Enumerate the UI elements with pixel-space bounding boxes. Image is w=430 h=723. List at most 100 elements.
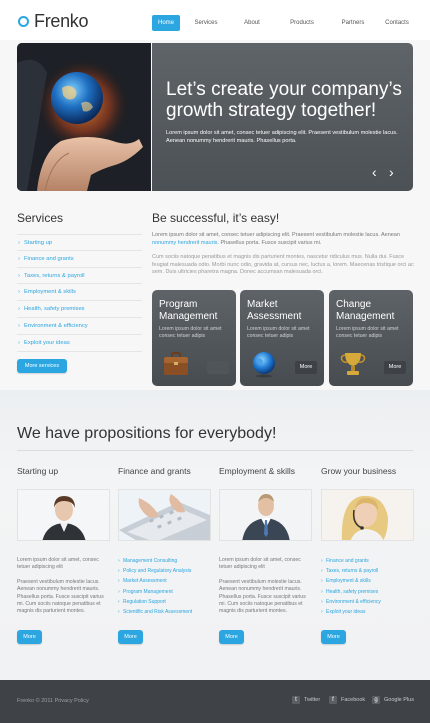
social-label: Facebook (341, 697, 366, 703)
footer-copyright[interactable]: Frenko © 2011 Privacy Policy (17, 698, 89, 704)
facebook-icon: f (329, 696, 337, 704)
globe-in-hand-illustration (17, 43, 151, 191)
column-link[interactable]: Environment & efficiency (321, 597, 413, 607)
social-label: Google Plus (384, 697, 414, 703)
card-title-line2: Management (336, 310, 395, 322)
social-label: Twitter (304, 697, 321, 703)
card-title-line1: Market (247, 299, 278, 310)
card-text: Lorem ipsum dolor sit amet consec tetuer… (336, 326, 399, 339)
briefcase-icon (164, 352, 188, 375)
column-link[interactable]: Regulation Support (118, 597, 210, 607)
column-link[interactable]: Program Management (118, 587, 210, 597)
hero-slider: Let’s create your company’s growth strat… (152, 43, 413, 191)
successful-intro: Lorem ipsum dolor sit amet, consec tetue… (152, 232, 414, 247)
logo-ring-icon (18, 16, 29, 27)
card-title-line2: Assessment (247, 310, 302, 322)
column-title-starting-up: Starting up (17, 466, 59, 476)
hands-on-keyboard-image (118, 489, 211, 541)
successful-title: Be successful, it’s easy! (152, 211, 280, 225)
services-item-environment[interactable]: Environment & efficiency (17, 318, 142, 335)
card-more-button[interactable]: More (295, 361, 317, 374)
column-link[interactable]: Employment & skills (321, 576, 413, 586)
logo-text: Frenko (34, 11, 89, 31)
services-item-ideas[interactable]: Exploit your ideas (17, 335, 142, 352)
column-link[interactable]: Market Assessment (118, 576, 210, 586)
hero-title-line2: growth strategy together! (166, 100, 377, 121)
footer: Frenko © 2011 Privacy Policy t Twitter f… (0, 680, 430, 723)
services-item-employment[interactable]: Employment & skills (17, 284, 142, 302)
successful-body: Cum sociis natoque penatibus et magnis d… (152, 254, 414, 275)
smiling-businesswoman-image (17, 489, 110, 541)
nav-contacts[interactable]: Contacts (379, 15, 415, 31)
successful-intro-link[interactable]: nonummy hendrerit mauris (152, 240, 217, 246)
nav-partners[interactable]: Partners (335, 15, 371, 31)
column-link[interactable]: Management Consulting (118, 556, 210, 566)
globe-icon (253, 352, 275, 378)
column-more-button[interactable]: More (321, 630, 346, 644)
column-more-button[interactable]: More (118, 630, 143, 644)
social-twitter[interactable]: t Twitter (292, 696, 320, 704)
column-more-button[interactable]: More (219, 630, 244, 644)
hero-title-line1: Let’s create your company’s (166, 79, 402, 100)
successful-intro-text: Lorem ipsum dolor sit amet, consec tetue… (152, 232, 400, 238)
column-title-finance: Finance and grants (118, 466, 191, 476)
card-program-management: Program Management Lorem ipsum dolor sit… (152, 290, 236, 386)
social-facebook[interactable]: f Facebook (329, 696, 365, 704)
column-text: Praesent vestibulum molestie lacus. Aene… (219, 579, 306, 615)
main-nav: Home Services About Products Partners Co… (152, 15, 415, 31)
column-text: Lorem ipsum dolor sit amet, consec tetue… (219, 557, 301, 571)
services-item-starting-up[interactable]: Starting up (17, 234, 142, 251)
card-more-button[interactable]: More (384, 361, 406, 374)
column-link[interactable]: Exploit your ideas (321, 607, 413, 617)
card-change-management: Change Management Lorem ipsum dolor sit … (329, 290, 413, 386)
hero-text: Lorem ipsum dolor sit amet, consec tetue… (166, 130, 398, 144)
chevron-right-icon[interactable]: › (389, 164, 394, 180)
column-link[interactable]: Policy and Regulatory Analysis (118, 566, 210, 576)
hero-globe-image (17, 43, 151, 191)
nav-services[interactable]: Services (185, 15, 227, 31)
column-link[interactable]: Health, safety premises (321, 587, 413, 597)
nav-products[interactable]: Products (283, 15, 321, 31)
nav-about[interactable]: About (235, 15, 269, 31)
column-title-grow: Grow your business (321, 466, 397, 476)
hero-title: Let’s create your company’s growth strat… (166, 79, 406, 121)
card-more-button[interactable] (207, 361, 229, 374)
column-title-employment: Employment & skills (219, 466, 296, 476)
card-title: Market Assessment (247, 299, 321, 322)
propositions-title: We have propositions for everybody! (17, 425, 277, 442)
card-market-assessment: Market Assessment Lorem ipsum dolor sit … (240, 290, 324, 386)
header: Frenko Home Services About Products Part… (0, 0, 430, 40)
woman-with-headset-image (321, 489, 414, 541)
card-title-line1: Change (336, 299, 372, 310)
successful-intro-end: . Phasellus porta. Fusce suscipit varius… (217, 239, 322, 246)
column-link-list: Management Consulting Policy and Regulat… (118, 556, 210, 617)
column-text: Praesent vestibulum molestie lacus. Aene… (17, 579, 104, 615)
nav-home[interactable]: Home (152, 15, 180, 31)
card-title-line2: Management (159, 310, 218, 322)
column-link-list: Finance and grants Taxes, returns & payr… (321, 556, 413, 617)
card-title-line1: Program (159, 299, 198, 310)
trophy-icon (340, 353, 366, 375)
more-services-button[interactable]: More services (17, 359, 67, 373)
divider (17, 450, 413, 451)
chevron-left-icon[interactable]: ‹ (372, 164, 377, 180)
services-title: Services (17, 211, 64, 225)
services-item-finance[interactable]: Finance and grants (17, 251, 142, 268)
social-google-plus[interactable]: g Google Plus (372, 696, 414, 704)
businessman-portrait-image (219, 489, 312, 541)
google-plus-icon: g (372, 696, 380, 704)
twitter-icon: t (292, 696, 300, 704)
card-title: Program Management (159, 299, 233, 322)
services-list: Starting up Finance and grants Taxes, re… (17, 234, 142, 352)
column-text: Lorem ipsum dolor sit amet, consec tetue… (17, 557, 99, 571)
card-text: Lorem ipsum dolor sit amet consec tetuer… (247, 326, 310, 339)
column-link[interactable]: Finance and grants (321, 556, 413, 566)
logo[interactable]: Frenko (18, 11, 89, 32)
services-item-health[interactable]: Health, safety premises (17, 301, 142, 318)
card-text: Lorem ipsum dolor sit amet consec tetuer… (159, 326, 222, 339)
services-item-taxes[interactable]: Taxes, returns & payroll (17, 268, 142, 285)
column-more-button[interactable]: More (17, 630, 42, 644)
column-link[interactable]: Taxes, returns & payroll (321, 566, 413, 576)
card-title: Change Management (336, 299, 410, 322)
column-link[interactable]: Scientific and Risk Assessment (118, 607, 210, 617)
